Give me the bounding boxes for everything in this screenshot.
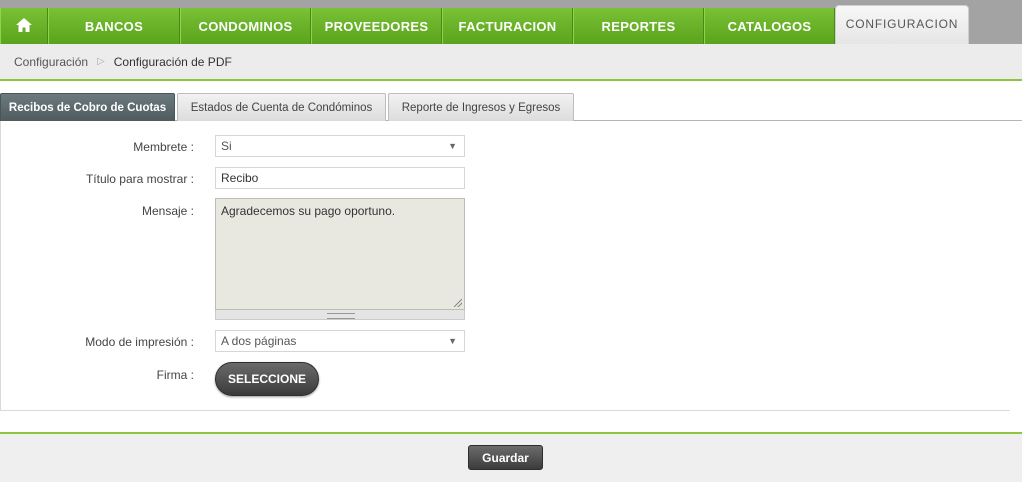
nav-configuracion[interactable]: CONFIGURACION	[835, 5, 969, 44]
top-navigation: BANCOS CONDOMINOS PROVEEDORES FACTURACIO…	[0, 0, 1022, 44]
nav-proveedores[interactable]: PROVEEDORES	[311, 8, 442, 44]
tab-reporte-ingresos[interactable]: Reporte de Ingresos y Egresos	[388, 93, 574, 121]
modo-select[interactable]: A dos páginas ▼	[215, 330, 465, 352]
seleccione-button[interactable]: SELECCIONE	[215, 362, 319, 396]
membrete-value: Si	[221, 139, 232, 153]
breadcrumb-current: Configuración de PDF	[113, 54, 232, 69]
membrete-select[interactable]: Si ▼	[215, 135, 465, 157]
titulo-label: Título para mostrar	[86, 172, 194, 186]
tab-recibos[interactable]: Recibos de Cobro de Cuotas	[0, 93, 175, 121]
mensaje-value: Agradecemos su pago oportuno.	[221, 204, 396, 218]
nav-home[interactable]	[0, 8, 48, 44]
firma-label: Firma	[157, 368, 194, 382]
chevron-down-icon: ▼	[448, 336, 457, 346]
breadcrumb-parent[interactable]: Configuración	[14, 55, 88, 69]
resize-handle-icon[interactable]	[454, 299, 462, 307]
breadcrumb-separator-icon: ▷	[97, 56, 105, 67]
modo-value: A dos páginas	[221, 334, 297, 348]
titulo-value: Recibo	[221, 171, 259, 185]
footer-bar: Guardar	[0, 432, 1022, 482]
titulo-input[interactable]: Recibo	[215, 167, 465, 189]
tab-estados-cuenta[interactable]: Estados de Cuenta de Condóminos	[177, 93, 386, 121]
breadcrumb: Configuración ▷ Configuración de PDF	[0, 44, 1022, 81]
nav-catalogos[interactable]: CATALOGOS	[704, 8, 835, 44]
pdf-config-form: Membrete Si ▼ Título para mostrar Recibo…	[0, 121, 1010, 411]
mensaje-editor: Agradecemos su pago oportuno.	[215, 198, 465, 320]
mensaje-label: Mensaje	[142, 204, 194, 218]
nav-condominos[interactable]: CONDOMINOS	[180, 8, 311, 44]
nav-bancos[interactable]: BANCOS	[48, 8, 180, 44]
nav-facturacion[interactable]: FACTURACION	[442, 8, 573, 44]
nav-reportes[interactable]: REPORTES	[573, 8, 704, 44]
save-button[interactable]: Guardar	[468, 445, 543, 470]
membrete-label: Membrete	[133, 140, 194, 154]
modo-label: Modo de impresión	[85, 335, 194, 349]
tab-bar: Recibos de Cobro de Cuotas Estados de Cu…	[0, 93, 1022, 121]
mensaje-textarea[interactable]: Agradecemos su pago oportuno.	[215, 198, 465, 310]
home-icon	[15, 16, 33, 37]
textarea-grip-handle[interactable]	[215, 310, 465, 320]
chevron-down-icon: ▼	[448, 141, 457, 151]
